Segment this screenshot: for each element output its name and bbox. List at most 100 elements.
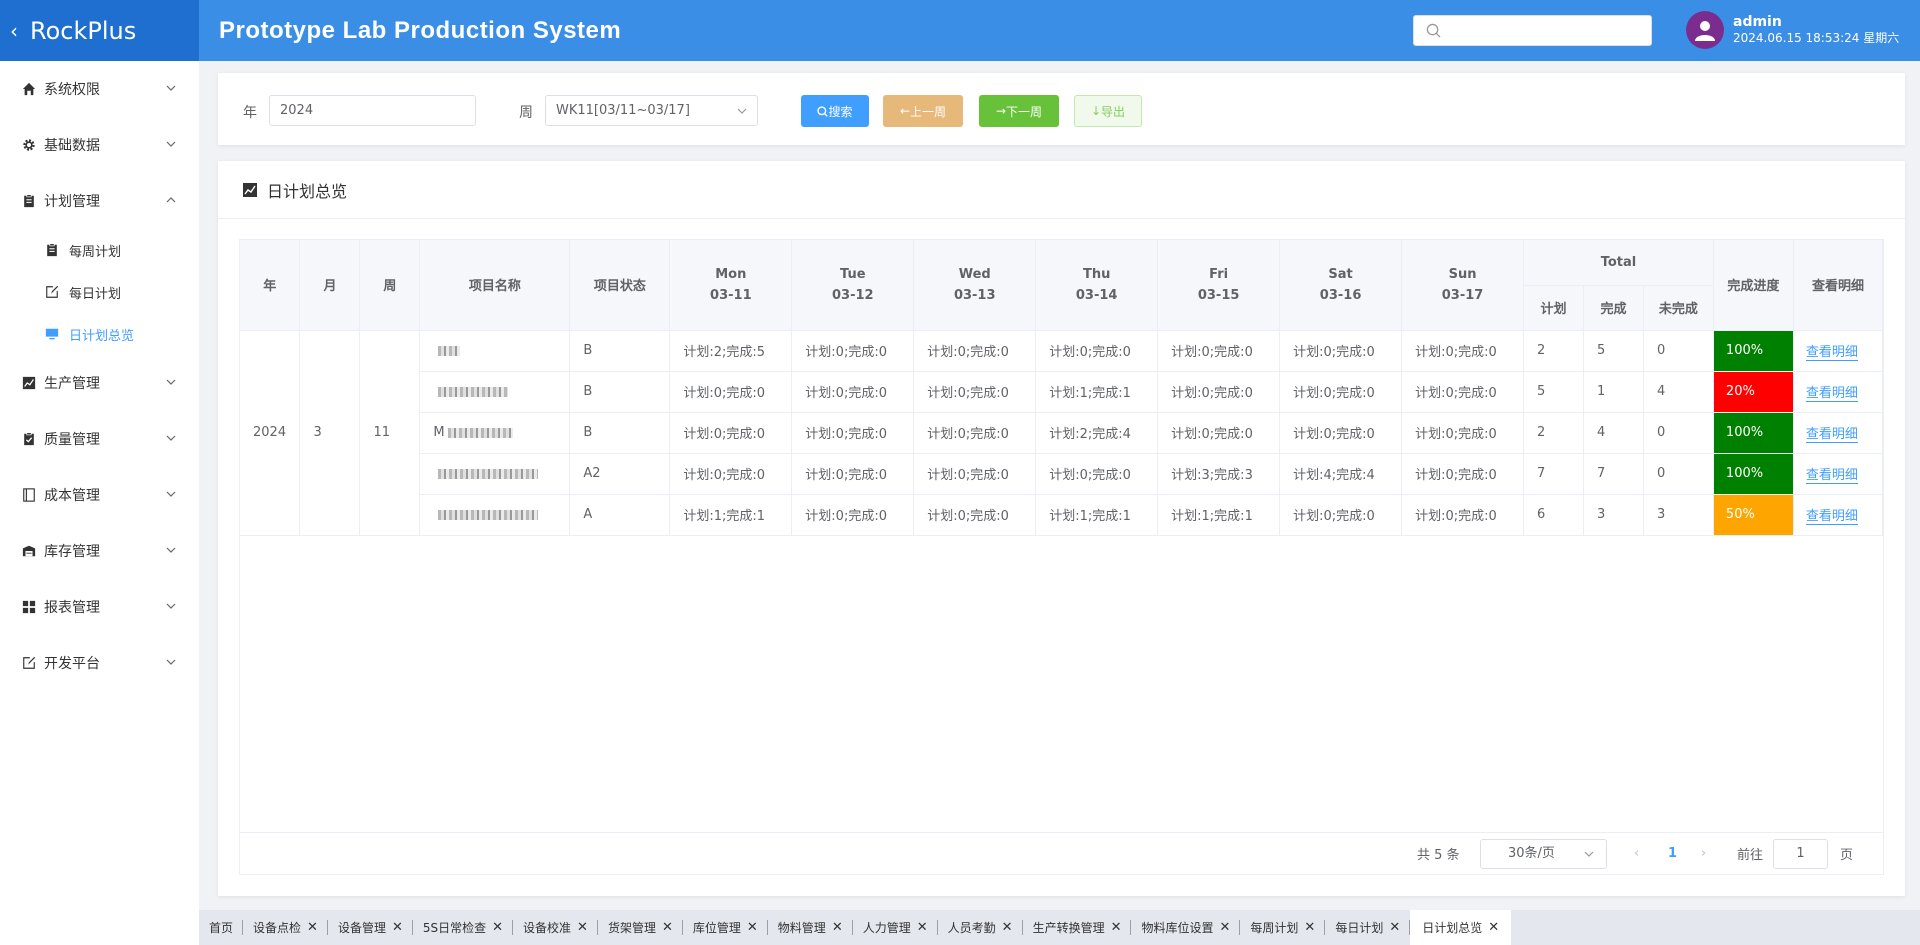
close-icon[interactable]: ✕ bbox=[1488, 920, 1499, 935]
view-detail-link[interactable]: 查看明细 bbox=[1793, 453, 1884, 495]
tab-shelf-management[interactable]: 货架管理 ✕ bbox=[598, 910, 683, 945]
day-name: Thu bbox=[1082, 266, 1111, 282]
sidebar-item-production-management[interactable]: 生产管理 bbox=[0, 355, 199, 411]
tab-material-management[interactable]: 物料管理 ✕ bbox=[768, 910, 853, 945]
tab-label: 人员考勤 bbox=[947, 921, 996, 935]
export-button[interactable]: ↓ 导出 bbox=[1074, 95, 1142, 127]
view-detail-link[interactable]: 查看明细 bbox=[1793, 412, 1884, 454]
prev-week-label: 上一周 bbox=[910, 104, 947, 119]
tab-label: 人力管理 bbox=[862, 921, 911, 935]
sidebar-item-inventory-management[interactable]: 库存管理 bbox=[0, 523, 199, 579]
header-search-input[interactable] bbox=[1413, 15, 1652, 46]
panel-header: 日计划总览 bbox=[218, 161, 1905, 219]
sidebar-item-report-management[interactable]: 报表管理 bbox=[0, 579, 199, 635]
col-header-sat: Sat 03-16 bbox=[1279, 240, 1403, 331]
close-icon[interactable]: ✕ bbox=[747, 920, 758, 935]
cell-undone: 0 bbox=[1643, 412, 1714, 454]
col-header-month: 月 bbox=[299, 240, 361, 331]
avatar[interactable] bbox=[1686, 11, 1724, 49]
sidebar-item-daily-plan[interactable]: 每日计划 bbox=[0, 271, 199, 313]
col-header-undone: 未完成 bbox=[1643, 285, 1714, 331]
redacted-text bbox=[447, 427, 513, 438]
tab-material-location-setting[interactable]: 物料库位设置 ✕ bbox=[1131, 910, 1241, 945]
gear-icon bbox=[23, 139, 35, 151]
day-name: Wed bbox=[958, 266, 991, 282]
sidebar-item-label: 生产管理 bbox=[44, 376, 100, 392]
cell-project-name: M bbox=[419, 412, 571, 454]
cell-done: 5 bbox=[1583, 330, 1644, 372]
sidebar-item-system-permission[interactable]: 系统权限 bbox=[0, 61, 199, 117]
prev-week-button[interactable]: ← 上一周 bbox=[883, 95, 963, 127]
tab-hr-management[interactable]: 人力管理 ✕ bbox=[853, 910, 938, 945]
tab-equipment-inspection[interactable]: 设备点检 ✕ bbox=[243, 910, 328, 945]
cell-day: 计划:0;完成:0 bbox=[913, 453, 1037, 495]
back-chevron-icon[interactable]: ‹ bbox=[10, 19, 18, 43]
tab-equipment-calibration[interactable]: 设备校准 ✕ bbox=[513, 910, 598, 945]
close-icon[interactable]: ✕ bbox=[577, 920, 588, 935]
week-select[interactable]: WK11[03/11~03/17] bbox=[545, 95, 758, 126]
sidebar-item-label: 基础数据 bbox=[44, 138, 100, 154]
daily-plan-overview-panel: 日计划总览 年 月 周 项目名称 项目状态 Mon 03-11 Tue 03-12 … bbox=[218, 161, 1905, 896]
tab-production-changeover[interactable]: 生产转换管理 ✕ bbox=[1023, 910, 1132, 945]
tab-label: 生产转换管理 bbox=[1032, 921, 1105, 935]
view-detail-link[interactable]: 查看明细 bbox=[1793, 330, 1884, 372]
cell-undone: 0 bbox=[1643, 330, 1714, 372]
prev-page-icon[interactable]: ‹ bbox=[1634, 846, 1639, 861]
sidebar-item-plan-management[interactable]: 计划管理 bbox=[0, 173, 199, 229]
cell-day: 计划:0;完成:0 bbox=[791, 330, 915, 372]
next-page-icon[interactable]: › bbox=[1701, 846, 1706, 861]
close-icon[interactable]: ✕ bbox=[392, 920, 403, 935]
tab-daily-plan[interactable]: 每日计划 ✕ bbox=[1325, 910, 1411, 945]
sidebar-item-weekly-plan[interactable]: 每周计划 bbox=[0, 229, 199, 271]
year-input[interactable]: 2024 bbox=[269, 95, 476, 126]
sidebar-item-cost-management[interactable]: 成本管理 bbox=[0, 467, 199, 523]
close-icon[interactable]: ✕ bbox=[1111, 920, 1122, 935]
brand[interactable]: ‹ RockPlus bbox=[0, 0, 199, 61]
tab-daily-plan-overview[interactable]: 日计划总览 ✕ bbox=[1410, 910, 1512, 945]
sidebar-item-dev-platform[interactable]: 开发平台 bbox=[0, 635, 199, 691]
cell-progress: 50% bbox=[1713, 494, 1794, 536]
close-icon[interactable]: ✕ bbox=[1304, 920, 1315, 935]
tab-weekly-plan[interactable]: 每周计划 ✕ bbox=[1240, 910, 1326, 945]
close-icon[interactable]: ✕ bbox=[1220, 920, 1231, 935]
tab-label: 5S日常检查 bbox=[422, 921, 487, 935]
view-detail-link[interactable]: 查看明细 bbox=[1793, 371, 1884, 413]
day-date: 03-15 bbox=[1197, 287, 1240, 303]
arrow-right-icon: → bbox=[995, 104, 1007, 118]
col-header-detail: 查看明细 bbox=[1793, 240, 1884, 331]
search-button[interactable]: 搜索 bbox=[801, 95, 869, 127]
sidebar-item-basic-data[interactable]: 基础数据 bbox=[0, 117, 199, 173]
close-icon[interactable]: ✕ bbox=[492, 920, 503, 935]
page-number-current[interactable]: 1 bbox=[1668, 846, 1677, 861]
close-icon[interactable]: ✕ bbox=[1389, 920, 1400, 935]
user-info[interactable]: admin 2024.06.15 18:53:24 星期六 bbox=[1686, 11, 1899, 49]
close-icon[interactable]: ✕ bbox=[307, 920, 318, 935]
view-detail-link[interactable]: 查看明细 bbox=[1793, 494, 1884, 536]
close-icon[interactable]: ✕ bbox=[662, 920, 673, 935]
edit-icon bbox=[46, 285, 59, 298]
export-label: 导出 bbox=[1101, 104, 1126, 119]
close-icon[interactable]: ✕ bbox=[832, 920, 843, 935]
system-title: Prototype Lab Production System bbox=[219, 16, 622, 44]
tab-home[interactable]: 首页 bbox=[199, 910, 244, 945]
day-date: 03-12 bbox=[831, 287, 874, 303]
next-week-button[interactable]: → 下一周 bbox=[979, 95, 1059, 127]
sidebar-item-quality-management[interactable]: 质量管理 bbox=[0, 411, 199, 467]
tab-attendance[interactable]: 人员考勤 ✕ bbox=[938, 910, 1023, 945]
cell-day: 计划:0;完成:0 bbox=[913, 412, 1037, 454]
cell-day: 计划:0;完成:0 bbox=[1279, 494, 1403, 536]
redacted-text bbox=[438, 468, 539, 479]
goto-page-input[interactable]: 1 bbox=[1773, 839, 1828, 869]
tab-location-management[interactable]: 库位管理 ✕ bbox=[683, 910, 768, 945]
page-size-select[interactable]: 30条/页 bbox=[1480, 839, 1607, 869]
redacted-text bbox=[438, 386, 509, 397]
day-date: 03-17 bbox=[1441, 287, 1484, 303]
sidebar-item-label: 开发平台 bbox=[44, 656, 100, 672]
tab-equipment-management[interactable]: 设备管理 ✕ bbox=[328, 910, 413, 945]
cell-done: 3 bbox=[1583, 494, 1644, 536]
tab-5s-daily-check[interactable]: 5S日常检查 ✕ bbox=[413, 910, 514, 945]
cell-day: 计划:0;完成:0 bbox=[1157, 330, 1281, 372]
close-icon[interactable]: ✕ bbox=[917, 920, 928, 935]
close-icon[interactable]: ✕ bbox=[1002, 920, 1013, 935]
sidebar-item-daily-plan-overview[interactable]: 日计划总览 bbox=[0, 313, 199, 355]
